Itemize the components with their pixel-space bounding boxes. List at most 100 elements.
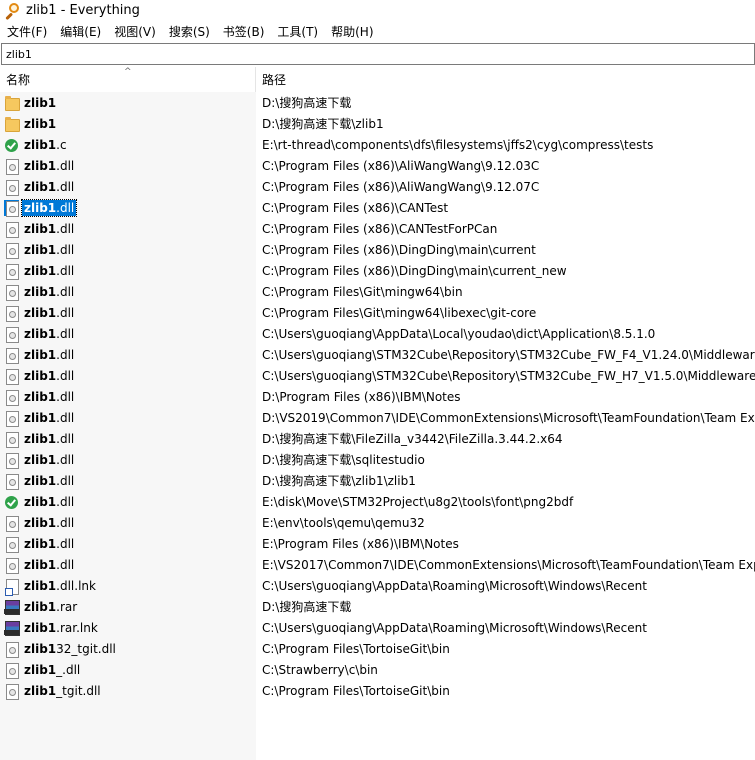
results-list[interactable]: ^ 名称 路径 zlib1 D:\搜狗高速下载 zlib1 D:\搜狗高速下载\zli… — [0, 67, 755, 760]
name-cell[interactable]: zlib1.dll — [0, 323, 256, 344]
path-cell[interactable]: D:\搜狗高速下载 — [256, 598, 755, 615]
path-cell[interactable]: D:\VS2019\Common7\IDE\CommonExtensions\M… — [256, 411, 755, 425]
path-cell[interactable]: E:\env\tools\qemu\qemu32 — [256, 516, 755, 530]
name-cell[interactable]: zlib1.dll — [0, 554, 256, 575]
path-cell[interactable]: C:\Program Files (x86)\AliWangWang\9.12.… — [256, 180, 755, 194]
table-row[interactable]: zlib1.dll C:\Program Files\Git\mingw64\bi… — [0, 281, 755, 302]
menu-search[interactable]: 搜索(S) — [162, 23, 216, 40]
path-cell[interactable]: C:\Program Files (x86)\AliWangWang\9.12.… — [256, 159, 755, 173]
name-cell[interactable]: zlib1.dll — [0, 449, 256, 470]
path-cell[interactable]: C:\Users\guoqiang\AppData\Local\youdao\d… — [256, 327, 755, 341]
name-cell[interactable]: zlib1.dll.lnk — [0, 575, 256, 596]
menu-help[interactable]: 帮助(H) — [324, 23, 379, 40]
name-cell[interactable]: zlib1.dll — [0, 197, 256, 218]
table-row[interactable]: zlib1.dll C:\Program Files (x86)\AliWangW… — [0, 176, 755, 197]
table-row[interactable]: zlib1.c E:\rt-thread\components\dfs\files… — [0, 134, 755, 155]
table-row[interactable]: zlib1.dll E:\Program Files (x86)\IBM\Note… — [0, 533, 755, 554]
table-row[interactable]: zlib1.dll C:\Users\guoqiang\STM32Cube\Rep… — [0, 365, 755, 386]
path-cell[interactable]: E:\disk\Move\STM32Project\u8g2\tools\fon… — [256, 495, 755, 509]
table-row[interactable]: zlib1.dll D:\Program Files (x86)\IBM\Note… — [0, 386, 755, 407]
table-row[interactable]: zlib1.dll D:\搜狗高速下载\zlib1\zlib1 — [0, 470, 755, 491]
path-cell[interactable]: D:\搜狗高速下载\zlib1\zlib1 — [256, 472, 755, 489]
name-cell[interactable]: zlib1.dll — [0, 365, 256, 386]
name-cell[interactable]: zlib132_tgit.dll — [0, 638, 256, 659]
path-cell[interactable]: E:\Program Files (x86)\IBM\Notes — [256, 537, 755, 551]
name-cell[interactable]: zlib1.dll — [0, 428, 256, 449]
table-row[interactable]: zlib132_tgit.dll C:\Program Files\Tortois… — [0, 638, 755, 659]
path-cell[interactable]: C:\Program Files\TortoiseGit\bin — [256, 642, 755, 656]
menu-file[interactable]: 文件(F) — [0, 23, 53, 40]
table-row[interactable]: zlib1.dll C:\Program Files (x86)\DingDing… — [0, 260, 755, 281]
menu-view[interactable]: 视图(V) — [107, 23, 162, 40]
column-header-path[interactable]: 路径 — [256, 67, 755, 92]
path-cell[interactable]: D:\搜狗高速下载 — [256, 94, 755, 111]
name-cell[interactable]: zlib1.dll — [0, 491, 256, 512]
table-row[interactable]: zlib1.dll E:\disk\Move\STM32Project\u8g2\… — [0, 491, 755, 512]
name-cell[interactable]: zlib1.rar.lnk — [0, 617, 256, 638]
table-row[interactable]: zlib1_tgit.dll C:\Program Files\TortoiseG… — [0, 680, 755, 701]
name-cell[interactable]: zlib1_tgit.dll — [0, 680, 256, 701]
path-cell[interactable]: C:\Program Files\Git\mingw64\bin — [256, 285, 755, 299]
path-cell[interactable]: E:\rt-thread\components\dfs\filesystems\… — [256, 138, 755, 152]
menu-bookmarks[interactable]: 书签(B) — [216, 23, 271, 40]
name-cell[interactable]: zlib1.dll — [0, 239, 256, 260]
name-cell[interactable]: zlib1.c — [0, 134, 256, 155]
path-cell[interactable]: D:\Program Files (x86)\IBM\Notes — [256, 390, 755, 404]
name-cell[interactable]: zlib1.dll — [0, 386, 256, 407]
search-input[interactable] — [6, 45, 754, 63]
table-row[interactable]: zlib1.dll C:\Program Files\Git\mingw64\li… — [0, 302, 755, 323]
menu-tools[interactable]: 工具(T) — [270, 23, 324, 40]
table-row[interactable]: zlib1.dll D:\搜狗高速下载\FileZilla_v3442\FileZ… — [0, 428, 755, 449]
path-cell[interactable]: C:\Program Files (x86)\CANTestForPCan — [256, 222, 755, 236]
name-cell[interactable]: zlib1.dll — [0, 470, 256, 491]
name-cell[interactable]: zlib1.dll — [0, 512, 256, 533]
path-cell[interactable]: C:\Program Files\Git\mingw64\libexec\git… — [256, 306, 755, 320]
path-cell[interactable]: D:\搜狗高速下载\FileZilla_v3442\FileZilla.3.44… — [256, 430, 755, 447]
name-cell[interactable]: zlib1.dll — [0, 176, 256, 197]
dll-file-icon — [4, 221, 19, 238]
table-row[interactable]: zlib1.dll.lnk C:\Users\guoqiang\AppData\R… — [0, 575, 755, 596]
path-cell[interactable]: C:\Users\guoqiang\AppData\Roaming\Micros… — [256, 579, 755, 593]
name-cell[interactable]: zlib1 — [0, 113, 256, 134]
table-row[interactable]: zlib1.dll C:\Program Files (x86)\AliWangW… — [0, 155, 755, 176]
name-cell[interactable]: zlib1 — [0, 92, 256, 113]
path-cell[interactable]: C:\Program Files (x86)\DingDing\main\cur… — [256, 243, 755, 257]
path-cell[interactable]: E:\VS2017\Common7\IDE\CommonExtensions\M… — [256, 558, 755, 572]
table-row[interactable]: zlib1.dll D:\VS2019\Common7\IDE\CommonExt… — [0, 407, 755, 428]
path-cell[interactable]: D:\搜狗高速下载\sqlitestudio — [256, 451, 755, 468]
name-cell[interactable]: zlib1.dll — [0, 281, 256, 302]
path-cell[interactable]: C:\Users\guoqiang\STM32Cube\Repository\S… — [256, 348, 755, 362]
table-row[interactable]: zlib1.dll E:\env\tools\qemu\qemu32 — [0, 512, 755, 533]
table-row[interactable]: zlib1.dll E:\VS2017\Common7\IDE\CommonExt… — [0, 554, 755, 575]
table-row[interactable]: zlib1 D:\搜狗高速下载\zlib1 — [0, 113, 755, 134]
name-cell[interactable]: zlib1.dll — [0, 344, 256, 365]
table-row[interactable]: zlib1.dll C:\Users\guoqiang\AppData\Local… — [0, 323, 755, 344]
table-row[interactable]: zlib1.rar D:\搜狗高速下载 — [0, 596, 755, 617]
table-row[interactable]: zlib1.dll D:\搜狗高速下载\sqlitestudio — [0, 449, 755, 470]
path-cell[interactable]: C:\Users\guoqiang\STM32Cube\Repository\S… — [256, 369, 755, 383]
table-row[interactable]: zlib1.dll C:\Program Files (x86)\CANTestF… — [0, 218, 755, 239]
name-cell[interactable]: zlib1.dll — [0, 302, 256, 323]
path-cell[interactable]: C:\Program Files\TortoiseGit\bin — [256, 684, 755, 698]
path-cell[interactable]: C:\Strawberry\c\bin — [256, 663, 755, 677]
name-cell[interactable]: zlib1.rar — [0, 596, 256, 617]
name-cell[interactable]: zlib1.dll — [0, 533, 256, 554]
name-cell[interactable]: zlib1.dll — [0, 260, 256, 281]
name-cell[interactable]: zlib1.dll — [0, 155, 256, 176]
search-box[interactable] — [1, 43, 755, 65]
table-row[interactable]: zlib1.dll C:\Program Files (x86)\DingDing… — [0, 239, 755, 260]
path-cell[interactable]: C:\Users\guoqiang\AppData\Roaming\Micros… — [256, 621, 755, 635]
table-row[interactable]: zlib1 D:\搜狗高速下载 — [0, 92, 755, 113]
path-cell[interactable]: D:\搜狗高速下载\zlib1 — [256, 115, 755, 132]
name-cell[interactable]: zlib1.dll — [0, 407, 256, 428]
table-row[interactable]: zlib1.rar.lnk C:\Users\guoqiang\AppData\R… — [0, 617, 755, 638]
table-row[interactable]: zlib1_.dll C:\Strawberry\c\bin — [0, 659, 755, 680]
menu-edit[interactable]: 编辑(E) — [53, 23, 107, 40]
table-row[interactable]: zlib1.dll C:\Users\guoqiang\STM32Cube\Rep… — [0, 344, 755, 365]
path-cell[interactable]: C:\Program Files (x86)\CANTest — [256, 201, 755, 215]
name-cell[interactable]: zlib1_.dll — [0, 659, 256, 680]
table-row[interactable]: zlib1.dll C:\Program Files (x86)\CANTest — [0, 197, 755, 218]
column-header-name[interactable]: ^ 名称 — [0, 67, 256, 92]
path-cell[interactable]: C:\Program Files (x86)\DingDing\main\cur… — [256, 264, 755, 278]
name-cell[interactable]: zlib1.dll — [0, 218, 256, 239]
